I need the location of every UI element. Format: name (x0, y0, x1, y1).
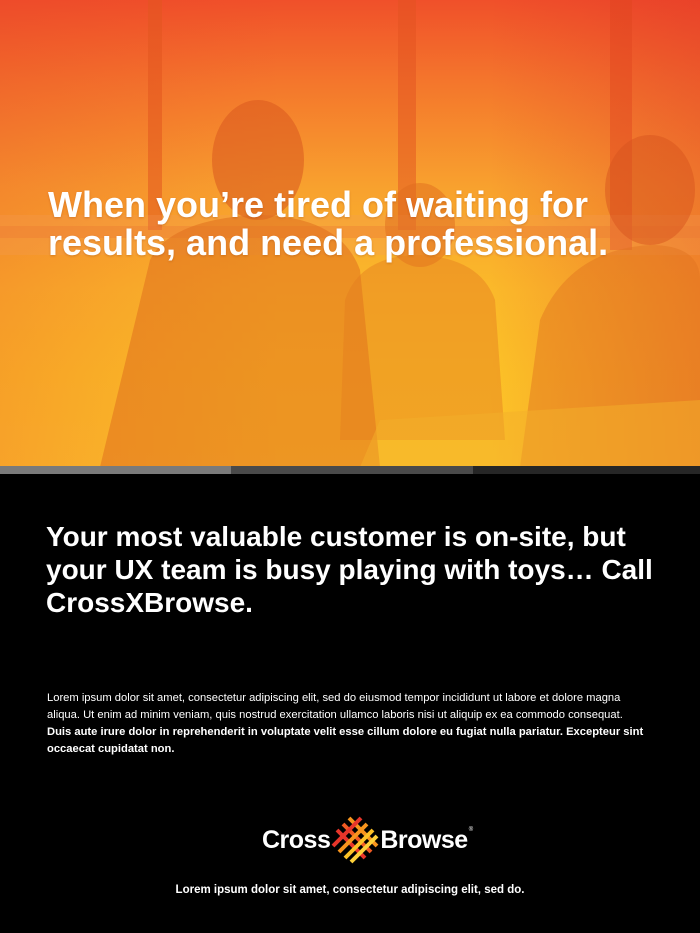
divider-stripe-left (0, 466, 231, 474)
divider-stripe-right (473, 466, 700, 474)
body-text-bold: Duis aute irure dolor in reprehenderit i… (47, 726, 644, 755)
logo-word-right: Browse (380, 825, 468, 854)
hero-banner: When you’re tired of waiting for results… (0, 0, 700, 467)
crossbrowse-logo: Cross Browse ® (262, 815, 473, 865)
footer-tagline: Lorem ipsum dolor sit amet, consectetur … (175, 884, 525, 896)
divider-stripe-middle (231, 466, 473, 474)
body-paragraph: Lorem ipsum dolor sit amet, consectetur … (47, 690, 647, 758)
hero-headline: When you’re tired of waiting for results… (48, 184, 609, 263)
section-subhead: Your most valuable customer is on-site, … (46, 521, 653, 618)
body-text-regular: Lorem ipsum dolor sit amet, consectetur … (47, 692, 623, 721)
crosshatch-x-logo-icon (331, 816, 379, 864)
logo-word-left: Cross (262, 825, 331, 854)
logo-trademark: ® (468, 827, 474, 833)
